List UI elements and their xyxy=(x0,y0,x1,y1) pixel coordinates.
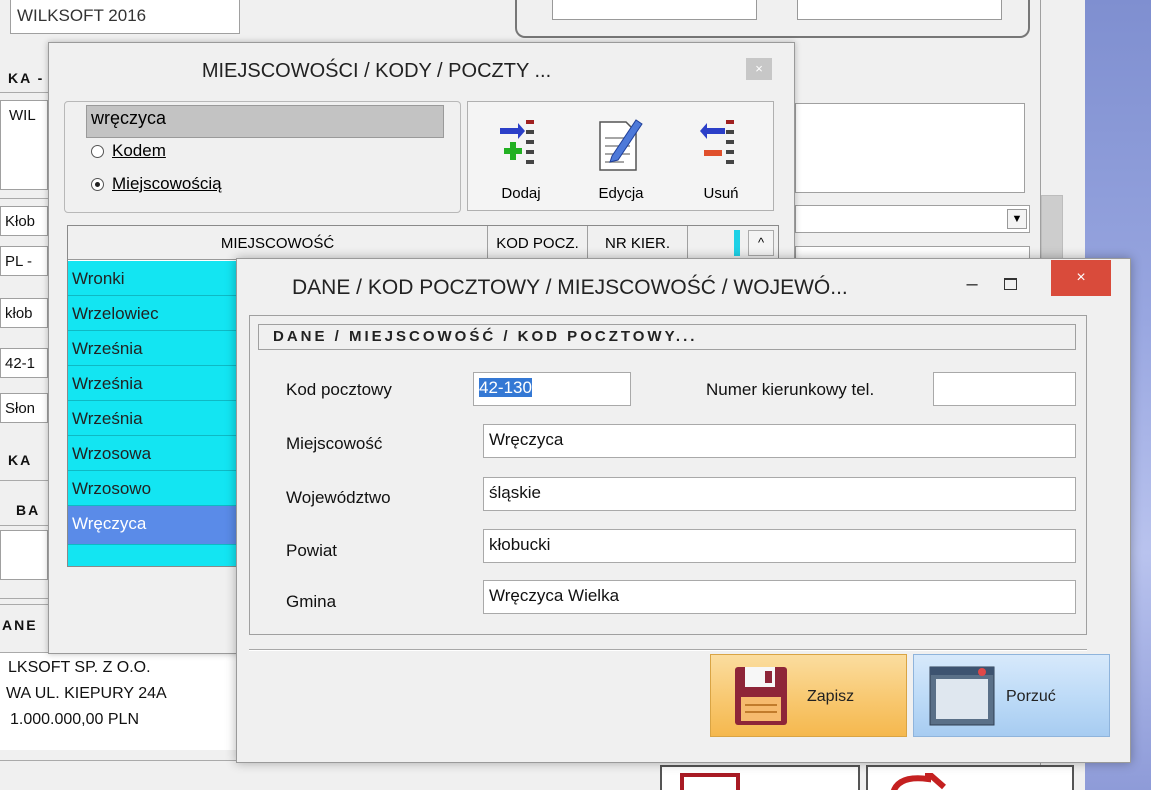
phone-prefix-input[interactable] xyxy=(933,372,1076,406)
background-section-label: KA xyxy=(8,452,33,468)
background-field[interactable] xyxy=(0,530,48,580)
county-input[interactable]: kłobucki xyxy=(483,529,1076,563)
background-groupbox xyxy=(515,0,1030,38)
chevron-down-icon[interactable]: ▼ xyxy=(1007,209,1027,229)
postal-code-label: Kod pocztowy xyxy=(286,380,392,399)
document-icon xyxy=(680,773,740,790)
background-combobox[interactable]: ▼ xyxy=(795,205,1030,233)
add-record-icon xyxy=(500,120,534,164)
background-field[interactable]: Słon xyxy=(0,393,48,423)
phone-prefix-label: Numer kierunkowy tel. xyxy=(706,380,875,399)
column-header-place[interactable]: MIEJSCOWOŚĆ xyxy=(68,226,488,260)
table-row[interactable]: Września xyxy=(68,366,243,401)
background-divider-line xyxy=(0,480,48,481)
background-input-2[interactable] xyxy=(797,0,1002,20)
background-divider-line xyxy=(0,198,48,199)
postal-code-input[interactable]: 42-130 xyxy=(473,372,631,406)
postal-data-dialog: DANE / KOD POCZTOWY / MIEJSCOWOŚĆ / WOJE… xyxy=(236,258,1131,763)
voivodeship-input[interactable]: śląskie xyxy=(483,477,1076,511)
delete-button[interactable]: Usuń xyxy=(676,102,766,210)
table-row[interactable]: Wrzelowiec xyxy=(68,296,243,331)
column-selection-marker xyxy=(734,230,740,256)
radio-search-by-code[interactable]: Kodem xyxy=(91,141,166,161)
table-row[interactable]: Września xyxy=(68,331,243,366)
places-dialog-title: MIEJSCOWOŚCI / KODY / POCZTY ... xyxy=(201,60,552,82)
radio-label: Miejscowością xyxy=(112,174,222,193)
table-row[interactable]: Wrzosowa xyxy=(68,436,243,471)
grid-empty-row xyxy=(68,545,243,566)
background-divider-line xyxy=(0,92,48,93)
add-button-label: Dodaj xyxy=(501,185,541,202)
search-input[interactable]: wręczyca xyxy=(86,105,444,138)
voivodeship-label: Województwo xyxy=(286,488,391,507)
company-footer-line: 1.000.000,00 PLN xyxy=(10,711,139,728)
background-notes-field[interactable] xyxy=(795,103,1025,193)
commune-label: Gmina xyxy=(286,592,337,611)
radio-label: Kodem xyxy=(112,141,166,160)
background-divider-line xyxy=(0,598,48,599)
radio-search-by-place[interactable]: Miejscowością xyxy=(91,174,222,194)
postal-dialog-title: DANE / KOD POCZTOWY / MIEJSCOWOŚĆ / WOJE… xyxy=(292,276,848,299)
background-field[interactable]: 42-1 xyxy=(0,348,48,378)
place-input[interactable]: Wręczyca xyxy=(483,424,1076,458)
add-button[interactable]: Dodaj xyxy=(476,102,566,210)
background-bottom-button[interactable] xyxy=(660,765,860,790)
background-divider-line xyxy=(0,604,48,605)
delete-record-icon xyxy=(700,120,734,164)
close-icon[interactable]: × xyxy=(1051,260,1111,296)
commune-input[interactable]: Wręczyca Wielka xyxy=(483,580,1076,614)
radio-selected-icon[interactable] xyxy=(91,177,104,191)
edit-document-icon xyxy=(599,119,643,171)
postal-form-panel: DANE / MIEJSCOWOŚĆ / KOD POCZTOWY... Kod… xyxy=(249,315,1087,635)
background-section-label: ANE xyxy=(2,617,38,633)
background-section-label: BA xyxy=(16,502,41,518)
maximize-icon[interactable] xyxy=(999,273,1021,295)
edit-button-label: Edycja xyxy=(598,185,644,202)
cancel-button[interactable]: Porzuć xyxy=(913,654,1110,737)
floppy-disk-icon xyxy=(735,667,787,725)
company-name-field[interactable]: WILKSOFT 2016 xyxy=(10,0,240,34)
table-row[interactable]: Wronki xyxy=(68,261,243,296)
exit-icon xyxy=(890,773,946,790)
company-footer-box: LKSOFT SP. Z O.O. WA UL. KIEPURY 24A 1.0… xyxy=(0,652,236,750)
table-row[interactable]: Wrzosowo xyxy=(68,471,243,506)
company-footer-line: WA UL. KIEPURY 24A xyxy=(6,685,167,702)
minimize-icon[interactable]: – xyxy=(957,269,987,299)
column-header-postal-code[interactable]: KOD POCZ. xyxy=(488,226,588,260)
scroll-up-button[interactable]: ^ xyxy=(748,230,774,256)
background-divider-line xyxy=(0,525,48,526)
grid-header: MIEJSCOWOŚĆ KOD POCZ. NR KIER. ^ xyxy=(68,226,778,260)
edit-button[interactable]: Edycja xyxy=(576,102,666,210)
table-row-selected[interactable]: Wręczyca xyxy=(68,506,243,545)
company-footer-line: LKSOFT SP. Z O.O. xyxy=(8,659,151,676)
column-header-phone-prefix[interactable]: NR KIER. xyxy=(588,226,688,260)
background-field[interactable]: kłob xyxy=(0,298,48,328)
background-section-label: KA - xyxy=(8,70,45,86)
dialog-separator xyxy=(249,649,1087,651)
background-field[interactable] xyxy=(795,246,1030,258)
radio-icon[interactable] xyxy=(91,144,104,158)
window-icon xyxy=(929,666,995,726)
background-divider-line xyxy=(0,760,236,761)
background-field[interactable]: PL - xyxy=(0,246,48,276)
delete-button-label: Usuń xyxy=(703,185,739,202)
toolbar: Dodaj Edycja Usuń xyxy=(467,101,774,211)
cancel-button-label: Porzuć xyxy=(1006,688,1056,705)
save-button-label: Zapisz xyxy=(807,688,855,705)
save-button[interactable]: Zapisz xyxy=(710,654,907,737)
close-icon[interactable]: × xyxy=(746,58,772,80)
background-field[interactable]: WIL xyxy=(0,100,48,190)
place-label: Miejscowość xyxy=(286,434,383,453)
background-field[interactable]: Kłob xyxy=(0,206,48,236)
county-label: Powiat xyxy=(286,541,338,560)
table-row[interactable]: Września xyxy=(68,401,243,436)
postal-code-value: 42-130 xyxy=(479,378,532,397)
form-section-header: DANE / MIEJSCOWOŚĆ / KOD POCZTOWY... xyxy=(258,324,1076,350)
background-scrollbar-thumb[interactable] xyxy=(1041,195,1063,265)
background-input-1[interactable] xyxy=(552,0,757,20)
background-bottom-button[interactable] xyxy=(866,765,1074,790)
